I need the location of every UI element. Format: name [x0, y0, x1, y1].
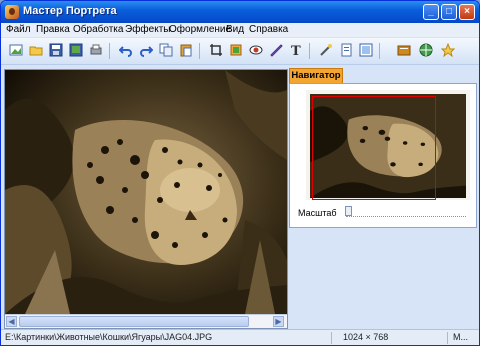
- toolbar-separator: [199, 43, 200, 59]
- effects-icon[interactable]: [441, 43, 455, 57]
- toolbar-separator: [109, 43, 110, 59]
- horizontal-scrollbar[interactable]: ◀ ▶: [5, 314, 287, 328]
- redo-icon[interactable]: [139, 43, 153, 57]
- frame-icon[interactable]: [359, 43, 373, 57]
- scroll-left-arrow-icon[interactable]: ◀: [6, 316, 17, 327]
- close-button[interactable]: ×: [459, 4, 475, 20]
- page-icon[interactable]: [339, 43, 353, 57]
- brush-icon[interactable]: [269, 43, 283, 57]
- menu-view[interactable]: Вид: [226, 24, 244, 35]
- minimize-button[interactable]: _: [423, 4, 439, 20]
- save-icon[interactable]: [49, 43, 63, 57]
- window-title: Мастер Портрета: [23, 5, 117, 17]
- tab-navigator[interactable]: Навигатор: [289, 68, 343, 83]
- web-icon[interactable]: [419, 43, 433, 57]
- status-mode: М...: [453, 332, 468, 342]
- app-logo-icon: [5, 5, 19, 19]
- navigator-body: Масштаб: [289, 83, 477, 228]
- copy-icon[interactable]: [159, 43, 173, 57]
- zoom-slider[interactable]: [346, 212, 466, 217]
- red-eye-icon[interactable]: [249, 43, 263, 57]
- menu-edit[interactable]: Правка: [36, 24, 70, 35]
- zoom-label: Масштаб: [298, 208, 337, 218]
- menu-bar: Файл Правка Обработка Эффекты Оформление…: [1, 23, 479, 37]
- menu-help[interactable]: Справка: [249, 24, 288, 35]
- svg-text:T: T: [291, 44, 301, 57]
- scroll-right-arrow-icon[interactable]: ▶: [273, 316, 284, 327]
- menu-file[interactable]: Файл: [6, 24, 31, 35]
- jaguar-photo[interactable]: [5, 70, 287, 314]
- toolbar: T: [1, 38, 479, 65]
- viewport-rectangle[interactable]: [312, 96, 436, 200]
- app-window: Мастер Портрета _ □ × Файл Правка Обрабо…: [0, 0, 480, 346]
- paste-icon[interactable]: [179, 43, 193, 57]
- status-file-path: E:\Картинки\Животные\Кошки\Ягуары\JAG04.…: [5, 332, 213, 342]
- status-image-dimensions: 1024 × 768: [343, 332, 389, 342]
- image-view[interactable]: ◀ ▶: [4, 69, 288, 329]
- menu-decoration[interactable]: Оформление: [169, 24, 231, 35]
- scrollbar-thumb[interactable]: [19, 316, 249, 327]
- open-image-icon[interactable]: [9, 43, 23, 57]
- navigator-preview[interactable]: [306, 90, 470, 200]
- toolbar-separator: [379, 43, 380, 59]
- menu-processing[interactable]: Обработка: [73, 24, 123, 35]
- status-bar: E:\Картинки\Животные\Кошки\Ягуары\JAG04.…: [1, 329, 479, 345]
- open-folder-icon[interactable]: [29, 43, 43, 57]
- navigator-panel: Навигатор Масштаб: [289, 68, 477, 228]
- toolbar-separator: [309, 43, 310, 59]
- menu-effects[interactable]: Эффекты: [125, 24, 170, 35]
- status-divider: [447, 332, 448, 344]
- undo-icon[interactable]: [119, 43, 133, 57]
- status-divider: [331, 332, 332, 344]
- maximize-button[interactable]: □: [441, 4, 457, 20]
- print-icon[interactable]: [89, 43, 103, 57]
- magic-wand-icon[interactable]: [319, 43, 333, 57]
- title-bar[interactable]: Мастер Портрета _ □ ×: [1, 1, 479, 23]
- text-icon[interactable]: T: [289, 43, 303, 57]
- save-as-icon[interactable]: [69, 43, 83, 57]
- book-icon[interactable]: [397, 43, 411, 57]
- rotate-icon[interactable]: [229, 43, 243, 57]
- zoom-slider-handle[interactable]: [345, 206, 352, 216]
- crop-icon[interactable]: [209, 43, 223, 57]
